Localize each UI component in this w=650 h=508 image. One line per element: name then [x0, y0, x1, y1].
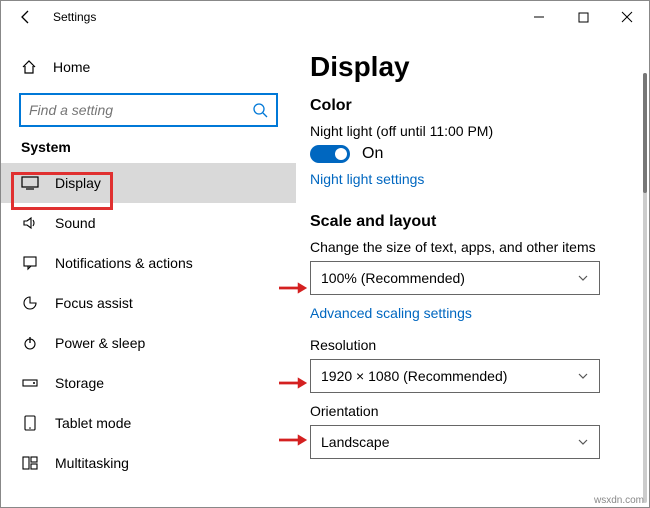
home-label: Home	[53, 59, 90, 75]
sidebar-item-display[interactable]: Display	[1, 163, 296, 203]
sidebar-item-label: Power & sleep	[55, 335, 145, 351]
multitasking-icon	[21, 454, 39, 472]
sound-icon	[21, 214, 39, 232]
resolution-label: Resolution	[310, 337, 635, 353]
text-size-dropdown[interactable]: 100% (Recommended)	[310, 261, 600, 295]
text-size-value: 100% (Recommended)	[321, 270, 465, 286]
maximize-button[interactable]	[561, 1, 605, 33]
sidebar: Home System Display	[1, 33, 296, 507]
sidebar-item-label: Sound	[55, 215, 95, 231]
sidebar-item-notifications[interactable]: Notifications & actions	[1, 243, 296, 283]
search-input[interactable]	[29, 102, 252, 118]
section-scale: Scale and layout	[310, 213, 635, 231]
window-controls	[517, 1, 649, 33]
sidebar-item-label: Notifications & actions	[55, 255, 193, 271]
home-nav[interactable]: Home	[1, 49, 296, 85]
display-icon	[21, 174, 39, 192]
chevron-down-icon	[577, 272, 589, 284]
sidebar-item-label: Tablet mode	[55, 415, 131, 431]
resolution-value: 1920 × 1080 (Recommended)	[321, 368, 507, 384]
storage-icon	[21, 374, 39, 392]
notifications-icon	[21, 254, 39, 272]
power-icon	[21, 334, 39, 352]
night-light-label: Night light (off until 11:00 PM)	[310, 123, 635, 139]
watermark: wsxdn.com	[594, 495, 644, 506]
sidebar-item-label: Display	[55, 175, 101, 191]
sidebar-item-focus-assist[interactable]: Focus assist	[1, 283, 296, 323]
focus-assist-icon	[21, 294, 39, 312]
night-light-settings-link[interactable]: Night light settings	[310, 171, 424, 187]
page-title: Display	[310, 51, 635, 83]
advanced-scaling-link[interactable]: Advanced scaling settings	[310, 305, 472, 321]
sidebar-item-power-sleep[interactable]: Power & sleep	[1, 323, 296, 363]
chevron-down-icon	[577, 436, 589, 448]
tablet-icon	[21, 414, 39, 432]
search-box[interactable]	[19, 93, 278, 127]
back-button[interactable]	[15, 6, 37, 28]
sidebar-nav: Display Sound Notifications & actions	[1, 163, 296, 483]
sidebar-item-storage[interactable]: Storage	[1, 363, 296, 403]
orientation-dropdown[interactable]: Landscape	[310, 425, 600, 459]
sidebar-item-sound[interactable]: Sound	[1, 203, 296, 243]
sidebar-group-label: System	[1, 137, 296, 163]
sidebar-item-label: Multitasking	[55, 455, 129, 471]
search-wrap	[1, 85, 296, 137]
content-scrollbar[interactable]	[643, 73, 647, 503]
sidebar-item-tablet-mode[interactable]: Tablet mode	[1, 403, 296, 443]
window-title: Settings	[53, 10, 96, 24]
sidebar-item-multitasking[interactable]: Multitasking	[1, 443, 296, 483]
home-icon	[21, 59, 37, 75]
text-size-label: Change the size of text, apps, and other…	[310, 239, 635, 255]
settings-window: Settings Home	[0, 0, 650, 508]
night-light-toggle-row: On	[310, 145, 635, 163]
night-light-toggle[interactable]	[310, 145, 350, 163]
sidebar-item-label: Focus assist	[55, 295, 133, 311]
chevron-down-icon	[577, 370, 589, 382]
toggle-state-text: On	[362, 145, 383, 163]
minimize-button[interactable]	[517, 1, 561, 33]
section-color: Color	[310, 97, 635, 115]
search-icon	[252, 102, 268, 118]
content-pane: Display Color Night light (off until 11:…	[296, 33, 649, 507]
sidebar-item-label: Storage	[55, 375, 104, 391]
resolution-dropdown[interactable]: 1920 × 1080 (Recommended)	[310, 359, 600, 393]
window-body: Home System Display	[1, 33, 649, 507]
orientation-value: Landscape	[321, 434, 390, 450]
titlebar: Settings	[1, 1, 649, 33]
close-button[interactable]	[605, 1, 649, 33]
orientation-label: Orientation	[310, 403, 635, 419]
